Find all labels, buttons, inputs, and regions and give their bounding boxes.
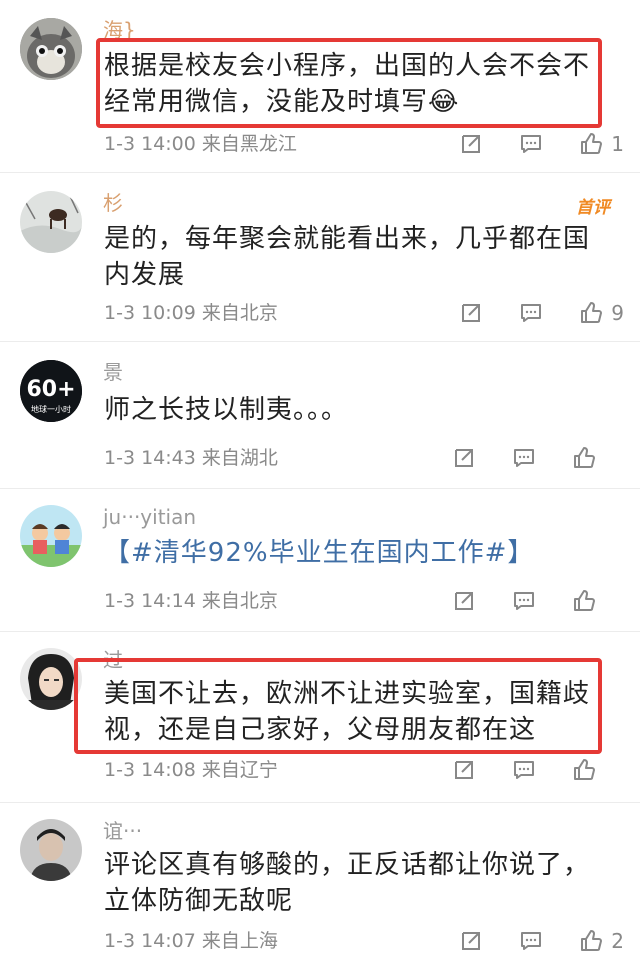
comment-icon[interactable] <box>519 929 543 953</box>
comment-text: 师之长技以制夷。。。 <box>104 395 349 425</box>
share-icon[interactable] <box>459 301 483 325</box>
earth-hour-avatar-image: 60+ 地球一小时 <box>20 360 82 422</box>
comment-icon[interactable] <box>519 301 543 325</box>
comment-meta: 1-3 14:14 来自北京 <box>104 589 278 613</box>
username[interactable]: 谊··· <box>103 819 142 843</box>
share-icon[interactable] <box>452 758 476 782</box>
comment-text: 美国不让去，欧洲不让进实验室，国籍歧视，还是自己家好，父母朋友都在这 <box>104 679 591 745</box>
comment-meta: 1-3 14:00 来自黑龙江 <box>104 132 297 156</box>
cartoon-kids-avatar-image <box>20 505 82 567</box>
comment-icon[interactable] <box>512 446 536 470</box>
avatar[interactable] <box>20 191 82 253</box>
avatar[interactable] <box>20 648 82 710</box>
comment-meta: 1-3 14:07 来自上海 <box>104 929 278 953</box>
comment-location: 来自辽宁 <box>201 759 278 781</box>
avatar[interactable]: 60+ 地球一小时 <box>20 360 82 422</box>
comment-icon[interactable] <box>519 132 543 156</box>
comment-time: 1-3 14:08 <box>104 759 196 781</box>
like-button[interactable] <box>572 446 616 470</box>
comment-4: ju···yitian 【#清华92%毕业生在国内工作#】 1-3 14:14 来… <box>0 489 640 631</box>
username[interactable]: 过··· <box>103 648 142 672</box>
comment-actions <box>416 750 616 790</box>
username[interactable]: 景 <box>103 360 123 384</box>
thumbs-up-icon <box>572 446 596 470</box>
comment-location: 来自上海 <box>201 930 278 952</box>
comment-5: 过··· 美国不让去，欧洲不让进实验室，国籍歧视，还是自己家好，父母朋友都在这 … <box>0 632 640 802</box>
like-button[interactable]: 2 <box>579 929 624 953</box>
like-count: 2 <box>611 929 624 953</box>
username[interactable]: 海} <box>103 18 136 42</box>
comment-text: 是的，每年聚会就能看出来，几乎都在国内发展 <box>104 224 591 290</box>
comment-time: 1-3 14:00 <box>104 133 196 155</box>
avatar[interactable] <box>20 18 82 80</box>
username[interactable]: 杉 <box>103 191 123 215</box>
comment-time: 1-3 14:14 <box>104 590 196 612</box>
comment-meta: 1-3 10:09 来自北京 <box>104 301 278 325</box>
comment-actions <box>416 581 616 621</box>
snow-scene-avatar-image <box>20 191 82 253</box>
avatar[interactable] <box>20 505 82 567</box>
share-icon[interactable] <box>452 589 476 613</box>
anime-character-avatar-image <box>20 648 82 710</box>
person-photo-avatar-image <box>20 819 82 881</box>
share-icon[interactable] <box>459 929 483 953</box>
comment-text: 评论区真有够酸的，正反话都让你说了，立体防御无敌呢 <box>104 850 591 916</box>
comment-actions: 1 <box>423 124 624 164</box>
cat-avatar-image <box>20 18 82 80</box>
comment-text: 【#清华92%毕业生在国内工作#】 <box>104 535 604 571</box>
comment-text: 根据是校友会小程序，出国的人会不会不经常用微信，没能及时填写😂 <box>104 51 591 117</box>
hashtag-link[interactable]: 【#清华92%毕业生在国内工作#】 <box>104 538 534 568</box>
thumbs-up-icon <box>579 301 603 325</box>
comment-location: 来自湖北 <box>201 447 278 469</box>
username[interactable]: ju···yitian <box>103 505 196 529</box>
comment-icon[interactable] <box>512 758 536 782</box>
comment-icon[interactable] <box>512 589 536 613</box>
thumbs-up-icon <box>572 589 596 613</box>
avatar[interactable] <box>20 819 82 881</box>
comment-meta: 1-3 14:08 来自辽宁 <box>104 758 278 782</box>
like-button[interactable]: 1 <box>579 132 624 156</box>
comment-6: 谊··· 评论区真有够酸的，正反话都让你说了，立体防御无敌呢 1-3 14:07… <box>0 803 640 968</box>
comment-actions: 9 <box>423 293 624 333</box>
share-icon[interactable] <box>452 446 476 470</box>
comment-time: 1-3 10:09 <box>104 302 196 324</box>
comment-time: 1-3 14:07 <box>104 930 196 952</box>
comment-location: 来自北京 <box>201 302 278 324</box>
comment-meta: 1-3 14:43 来自湖北 <box>104 446 278 470</box>
comment-location: 来自黑龙江 <box>201 133 297 155</box>
comment-location: 来自北京 <box>201 590 278 612</box>
like-button[interactable] <box>572 589 616 613</box>
share-icon[interactable] <box>459 132 483 156</box>
thumbs-up-icon <box>579 132 603 156</box>
first-comment-badge: 首评 <box>576 198 610 218</box>
comment-time: 1-3 14:43 <box>104 447 196 469</box>
like-count: 9 <box>611 301 624 325</box>
comment-actions <box>416 438 616 478</box>
comment-3: 60+ 地球一小时 景 师之长技以制夷。。。 1-3 14:43 来自湖北 <box>0 342 640 488</box>
svg-text:地球一小时: 地球一小时 <box>31 404 71 414</box>
comment-actions: 2 <box>423 921 624 961</box>
thumbs-up-icon <box>572 758 596 782</box>
comment-2: 杉 首评 是的，每年聚会就能看出来，几乎都在国内发展 1-3 10:09 来自北京… <box>0 173 640 341</box>
svg-text:60+: 60+ <box>26 377 75 402</box>
like-count: 1 <box>611 132 624 156</box>
comment-1: 海} 根据是校友会小程序，出国的人会不会不经常用微信，没能及时填写😂 1-3 1… <box>0 0 640 172</box>
like-button[interactable]: 9 <box>579 301 624 325</box>
like-button[interactable] <box>572 758 616 782</box>
thumbs-up-icon <box>579 929 603 953</box>
